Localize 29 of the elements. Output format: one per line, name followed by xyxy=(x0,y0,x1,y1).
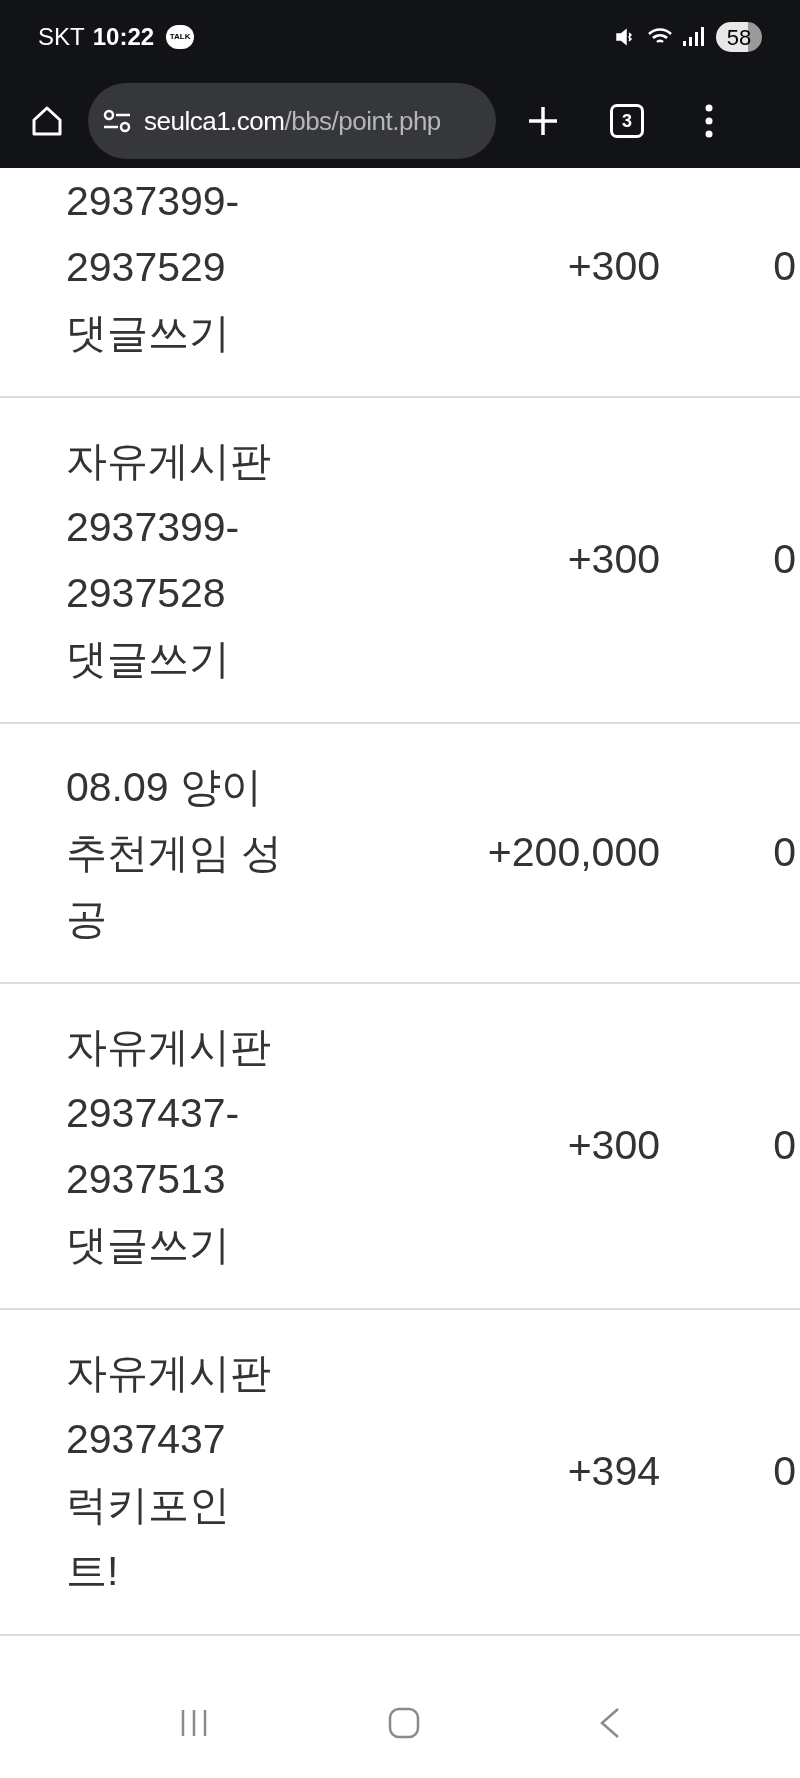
history-description: 2937399- 2937529 댓글쓰기 xyxy=(65,177,241,358)
site-settings-icon[interactable] xyxy=(102,108,132,134)
battery-indicator: 58 xyxy=(716,22,762,52)
history-description: 자유게시판 2937437 럭키포인 트! xyxy=(65,1349,272,1596)
history-description: 자유게시판 2937437- 2937513 댓글쓰기 xyxy=(65,1023,272,1270)
point-balance: 0 xyxy=(772,242,797,292)
point-amount: +300 xyxy=(566,1121,660,1171)
signal-icon xyxy=(682,25,704,49)
history-description: 08.09 양이 추천게임 성 공 xyxy=(65,763,284,944)
point-amount: +300 xyxy=(566,535,660,585)
chat-notification-icon: TALK xyxy=(166,25,195,49)
more-options-icon[interactable] xyxy=(704,104,714,138)
point-balance: 0 xyxy=(772,1121,797,1171)
carrier-label: SKT xyxy=(38,22,85,52)
new-tab-icon[interactable] xyxy=(526,104,560,138)
point-balance: 0 xyxy=(772,828,797,878)
point-balance: 0 xyxy=(772,535,797,585)
address-bar[interactable]: seulca1.com/bbs/point.php xyxy=(88,83,496,159)
url-text: seulca1.com/bbs/point.php xyxy=(144,104,441,138)
point-amount: +200,000 xyxy=(486,828,660,878)
point-amount: +394 xyxy=(566,1447,660,1497)
clock-time: 10:22 xyxy=(92,22,155,52)
back-icon[interactable] xyxy=(598,1707,621,1739)
point-balance: 0 xyxy=(772,1447,797,1497)
tab-count-button[interactable]: 3 xyxy=(610,104,644,138)
home-button-icon[interactable] xyxy=(388,1707,420,1739)
point-amount: +300 xyxy=(566,242,660,292)
home-icon[interactable] xyxy=(30,104,64,138)
history-description: 자유게시판 2937399- 2937528 댓글쓰기 xyxy=(65,437,272,684)
